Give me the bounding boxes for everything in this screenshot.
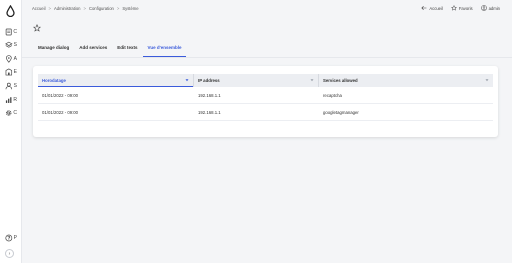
column-header-ip-address[interactable]: IP address xyxy=(194,74,319,87)
column-header-label: Horodatage xyxy=(42,78,66,83)
table-row: 01/01/2022 - 09:00 192.168.1.1 recaptcha xyxy=(38,87,493,104)
sidebar-item-label: E xyxy=(13,69,17,75)
drop-logo-icon[interactable] xyxy=(5,5,16,17)
topbar: Accueil > Administration > Configuration… xyxy=(22,0,512,18)
cell-ip: 192.168.1.1 xyxy=(198,93,221,98)
top-actions: Accueil Favoris admin xyxy=(421,5,500,11)
arrow-left-icon xyxy=(421,5,427,11)
consent-table: Horodatage IP address Services allowed 0… xyxy=(38,74,493,121)
location-icon xyxy=(6,55,12,63)
sidebar-item-label: A xyxy=(13,56,17,62)
column-header-label: Services allowed xyxy=(323,78,358,83)
tab-overview[interactable]: Vue d'ensemble xyxy=(142,42,187,57)
table-row: 01/01/2022 - 09:00 192.168.1.1 googletag… xyxy=(38,104,493,121)
sidebar-item-people[interactable]: S xyxy=(5,81,17,91)
favorites-button[interactable]: Favoris xyxy=(450,5,473,11)
cell-timestamp: 01/01/2022 - 09:00 xyxy=(42,110,79,115)
sidebar-item-label: S xyxy=(13,42,17,48)
user-name: admin xyxy=(488,5,500,11)
sort-icon[interactable] xyxy=(185,78,189,82)
tab-edit-texts[interactable]: Edit texts xyxy=(112,42,142,57)
document-icon xyxy=(5,28,12,36)
sidebar-item-help[interactable]: P xyxy=(5,233,17,243)
add-to-favorites-star-icon[interactable] xyxy=(33,24,41,32)
user-circle-icon xyxy=(480,5,487,11)
sidebar-item-label: C xyxy=(13,29,17,35)
gear-icon xyxy=(5,110,12,116)
back-to-site-label: Accueil xyxy=(429,5,443,11)
layers-icon xyxy=(5,41,13,48)
overview-card: Horodatage IP address Services allowed 0… xyxy=(33,66,498,137)
building-icon xyxy=(5,68,13,76)
cell-services: recaptcha xyxy=(323,93,342,98)
sidebar-item-label: S xyxy=(13,83,17,89)
sidebar-item-structure[interactable]: S xyxy=(5,40,17,50)
breadcrumb: Accueil > Administration > Configuration… xyxy=(32,6,139,11)
column-header-label: IP address xyxy=(198,78,220,83)
breadcrumb-item-configuration[interactable]: Configuration xyxy=(89,6,114,11)
sidebar-item-configuration[interactable]: C xyxy=(5,108,17,118)
filter-icon[interactable] xyxy=(310,78,314,82)
sidebar-item-label: P xyxy=(13,235,17,241)
breadcrumb-item-system: Système xyxy=(122,6,139,11)
breadcrumb-separator: > xyxy=(116,6,120,11)
sidebar: C S A E S R C P › xyxy=(0,0,22,263)
cell-timestamp: 01/01/2022 - 09:00 xyxy=(42,93,79,98)
tab-divider xyxy=(22,57,512,58)
expand-sidebar-button[interactable]: › xyxy=(5,249,14,258)
tab-add-services[interactable]: Add services xyxy=(74,42,112,57)
chart-icon xyxy=(5,97,12,103)
back-to-site-link[interactable]: Accueil xyxy=(421,5,443,11)
favorites-label: Favoris xyxy=(458,5,473,11)
user-icon xyxy=(5,82,13,90)
sidebar-item-label: C xyxy=(13,110,17,116)
sidebar-item-reports[interactable]: R xyxy=(5,95,17,105)
breadcrumb-item-home[interactable]: Accueil xyxy=(32,6,46,11)
table-header: Horodatage IP address Services allowed xyxy=(38,74,493,87)
tab-bar: Manage dialog Add services Edit texts Vu… xyxy=(33,42,187,57)
help-icon xyxy=(5,234,13,242)
sidebar-item-content[interactable]: C xyxy=(5,27,17,37)
column-header-services-allowed[interactable]: Services allowed xyxy=(319,74,493,87)
breadcrumb-item-administration[interactable]: Administration xyxy=(54,6,81,11)
cell-services: googletagmanager xyxy=(323,110,359,115)
sidebar-item-extend[interactable]: E xyxy=(5,67,17,77)
star-icon xyxy=(450,5,457,11)
sidebar-item-label: R xyxy=(13,97,17,103)
filter-icon[interactable] xyxy=(485,78,489,82)
breadcrumb-separator: > xyxy=(48,6,51,11)
breadcrumb-separator: > xyxy=(83,6,86,11)
column-header-timestamp[interactable]: Horodatage xyxy=(38,74,194,87)
tab-manage-dialog[interactable]: Manage dialog xyxy=(33,42,74,57)
chevron-right-icon: › xyxy=(8,250,11,257)
user-menu[interactable]: admin xyxy=(480,5,500,11)
sidebar-item-appearance[interactable]: A xyxy=(5,54,17,64)
cell-ip: 192.168.1.1 xyxy=(198,110,221,115)
